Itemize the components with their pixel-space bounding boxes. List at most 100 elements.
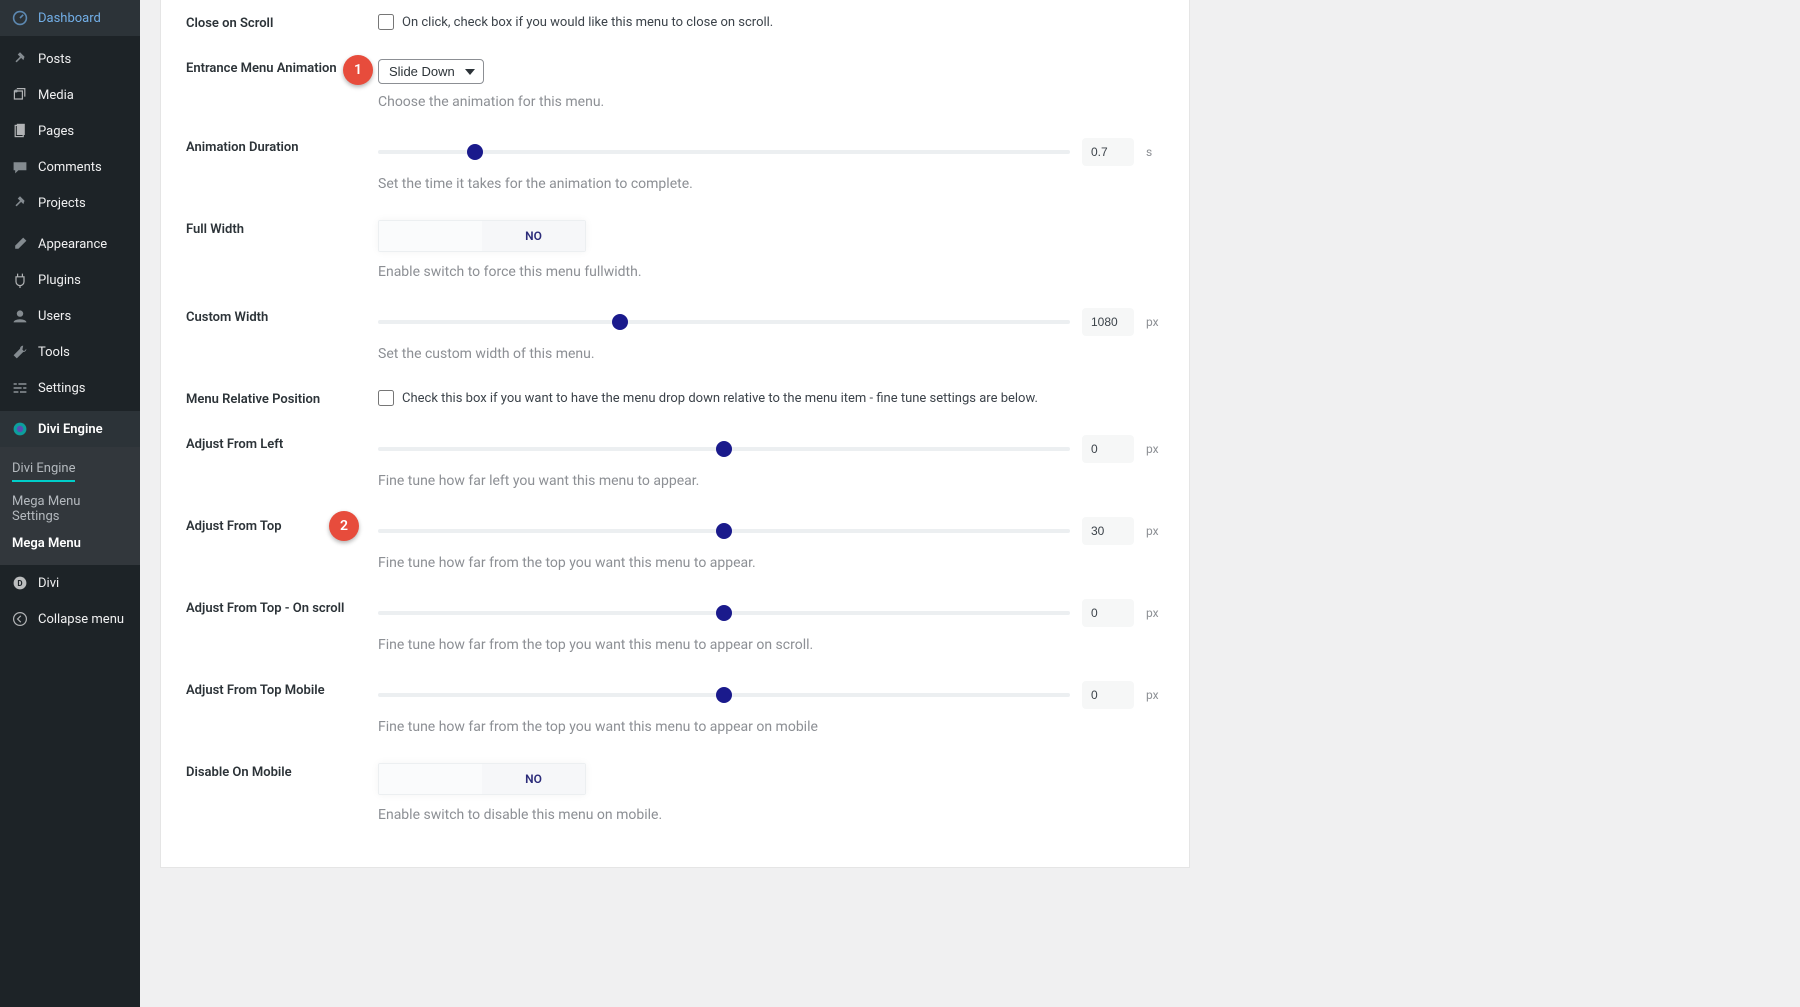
sidebar-item-users[interactable]: Users — [0, 298, 140, 334]
adjust-top-slider[interactable] — [378, 529, 1070, 533]
sidebar-item-media[interactable]: Media — [0, 77, 140, 113]
field-label: Adjust From Top Mobile — [186, 681, 378, 698]
sidebar-item-appearance[interactable]: Appearance — [0, 226, 140, 262]
custom-width-input[interactable] — [1082, 308, 1134, 336]
relative-position-checkbox[interactable] — [378, 390, 394, 406]
sidebar-label: Comments — [38, 160, 102, 175]
sidebar-item-divi[interactable]: D Divi — [0, 565, 140, 601]
unit: px — [1146, 315, 1164, 329]
unit: px — [1146, 524, 1164, 538]
submenu-item-mega-menu[interactable]: Mega Menu — [0, 530, 140, 557]
sidebar-item-pages[interactable]: Pages — [0, 113, 140, 149]
dashboard-icon — [10, 8, 30, 28]
users-icon — [10, 306, 30, 326]
duration-input[interactable] — [1082, 138, 1134, 166]
field-duration: Animation Duration s Set the time it tak… — [186, 124, 1164, 206]
field-desc: Set the custom width of this menu. — [378, 346, 1164, 362]
plug-icon — [10, 270, 30, 290]
sidebar-item-projects[interactable]: Projects — [0, 185, 140, 221]
sidebar-label: Users — [38, 309, 71, 324]
adjust-left-slider[interactable] — [378, 447, 1070, 451]
sidebar-label: Divi Engine — [38, 422, 103, 437]
close-on-scroll-desc: On click, check box if you would like th… — [402, 15, 773, 30]
animation-dropdown[interactable]: Slide Down — [378, 59, 484, 84]
submenu-item-mega-menu-settings[interactable]: Mega Menu Settings — [0, 488, 140, 530]
slider-thumb[interactable] — [467, 144, 483, 160]
disable-mobile-toggle[interactable]: NO — [378, 763, 586, 795]
settings-panel: Close on Scroll On click, check box if y… — [160, 0, 1190, 868]
sidebar-label: Media — [38, 88, 74, 103]
field-desc: Fine tune how far left you want this men… — [378, 473, 1164, 489]
sidebar-label: Tools — [38, 345, 70, 360]
sidebar-item-comments[interactable]: Comments — [0, 149, 140, 185]
sidebar-item-settings[interactable]: Settings — [0, 370, 140, 406]
submenu-divi-engine: Divi Engine Mega Menu Settings Mega Menu — [0, 447, 140, 565]
toggle-no[interactable]: NO — [482, 764, 585, 794]
field-desc: Fine tune how far from the top you want … — [378, 637, 1164, 653]
pin-icon — [10, 49, 30, 69]
divi-icon: D — [10, 573, 30, 593]
media-icon — [10, 85, 30, 105]
admin-sidebar: Dashboard Posts Media Pages Comments Pro… — [0, 0, 140, 1007]
adjust-top-scroll-slider[interactable] — [378, 611, 1070, 615]
field-adjust-top: Adjust From Top 2 px Fine tune how far f… — [186, 503, 1164, 585]
slider-thumb[interactable] — [716, 687, 732, 703]
field-label: Custom Width — [186, 308, 378, 325]
sidebar-item-posts[interactable]: Posts — [0, 41, 140, 77]
svg-text:D: D — [17, 579, 22, 588]
adjust-top-scroll-input[interactable] — [1082, 599, 1134, 627]
slider-thumb[interactable] — [716, 523, 732, 539]
adjust-top-mobile-input[interactable] — [1082, 681, 1134, 709]
toggle-yes[interactable] — [379, 221, 482, 251]
relative-position-desc: Check this box if you want to have the m… — [402, 391, 1038, 406]
brush-icon — [10, 234, 30, 254]
sidebar-item-tools[interactable]: Tools — [0, 334, 140, 370]
comments-icon — [10, 157, 30, 177]
sidebar-item-dashboard[interactable]: Dashboard — [0, 0, 140, 36]
submenu-item-divi-engine[interactable]: Divi Engine — [0, 455, 140, 488]
unit: px — [1146, 606, 1164, 620]
sidebar-label: Plugins — [38, 273, 81, 288]
sidebar-label: Projects — [38, 196, 86, 211]
slider-thumb[interactable] — [716, 605, 732, 621]
slider-thumb[interactable] — [716, 441, 732, 457]
field-desc: Set the time it takes for the animation … — [378, 176, 1164, 192]
sidebar-item-divi-engine[interactable]: Divi Engine — [0, 411, 140, 447]
field-custom-width: Custom Width px Set the custom width of … — [186, 294, 1164, 376]
field-disable-mobile: Disable On Mobile NO Enable switch to di… — [186, 749, 1164, 837]
field-adjust-top-scroll: Adjust From Top - On scroll px Fine tune… — [186, 585, 1164, 667]
custom-width-slider[interactable] — [378, 320, 1070, 324]
sidebar-label: Dashboard — [38, 11, 101, 26]
field-animation: Entrance Menu Animation 1 Slide Down Cho… — [186, 45, 1164, 124]
sidebar-label: Settings — [38, 381, 85, 396]
field-close-on-scroll: Close on Scroll On click, check box if y… — [186, 0, 1164, 45]
duration-slider[interactable] — [378, 150, 1070, 154]
slider-thumb[interactable] — [612, 314, 628, 330]
close-on-scroll-checkbox[interactable] — [378, 14, 394, 30]
toggle-no[interactable]: NO — [482, 221, 585, 251]
sidebar-label: Pages — [38, 124, 74, 139]
field-label: Animation Duration — [186, 138, 378, 155]
field-desc: Enable switch to disable this menu on mo… — [378, 807, 1164, 823]
field-label: Full Width — [186, 220, 378, 237]
field-label: Menu Relative Position — [186, 390, 378, 407]
toggle-yes[interactable] — [379, 764, 482, 794]
adjust-top-mobile-slider[interactable] — [378, 693, 1070, 697]
annotation-2: 2 — [329, 511, 359, 541]
sidebar-item-collapse[interactable]: Collapse menu — [0, 601, 140, 637]
unit: px — [1146, 688, 1164, 702]
field-desc: Choose the animation for this menu. — [378, 94, 1164, 110]
field-label: Disable On Mobile — [186, 763, 378, 780]
settings-icon — [10, 378, 30, 398]
annotation-1: 1 — [343, 55, 373, 85]
full-width-toggle[interactable]: NO — [378, 220, 586, 252]
field-full-width: Full Width NO Enable switch to force thi… — [186, 206, 1164, 294]
collapse-icon — [10, 609, 30, 629]
sidebar-item-plugins[interactable]: Plugins — [0, 262, 140, 298]
field-relative-position: Menu Relative Position Check this box if… — [186, 376, 1164, 421]
field-desc: Fine tune how far from the top you want … — [378, 719, 1164, 735]
field-label: Adjust From Top - On scroll — [186, 599, 378, 616]
adjust-left-input[interactable] — [1082, 435, 1134, 463]
sidebar-label: Appearance — [38, 237, 107, 252]
adjust-top-input[interactable] — [1082, 517, 1134, 545]
